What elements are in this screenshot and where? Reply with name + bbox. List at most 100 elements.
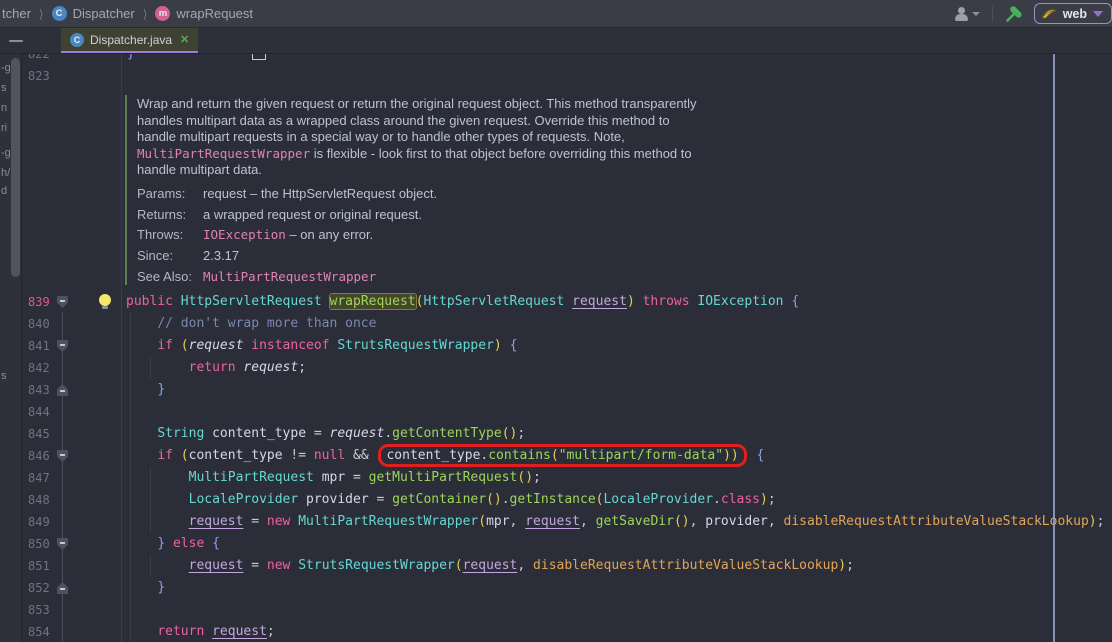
tree-item-fragment: s (1, 82, 7, 94)
doc-text: is flexible - look first to that object … (310, 146, 692, 161)
ide-window: { "breadcrumb_bar": { "separator": "⟩", … (0, 0, 1112, 642)
breadcrumb-bar: tcher ⟩ C Dispatcher ⟩ m wrapRequest web (0, 0, 1112, 28)
line-number[interactable]: 839 (28, 291, 62, 313)
user-icon (954, 7, 970, 21)
line-number[interactable]: 846 (28, 445, 62, 467)
code-editor[interactable]: 822 } 823 Wrap and return the given requ… (0, 54, 1112, 642)
line-number[interactable]: 842 (28, 357, 62, 379)
method-icon: m (155, 6, 170, 21)
line-number[interactable]: 852 (28, 577, 62, 599)
project-scrollbar[interactable] (11, 58, 20, 277)
identifier-highlight: wrapRequest (330, 294, 416, 309)
tree-item-fragment: -g (1, 147, 11, 159)
chevron-down-icon (1093, 11, 1103, 17)
tree-item-fragment: s (1, 370, 7, 382)
gutter-border (121, 54, 122, 642)
breadcrumb-separator: ⟩ (39, 7, 44, 21)
doc-text: handles multipart data as a wrapped clas… (137, 113, 670, 128)
code-line[interactable]: } else { (126, 533, 220, 555)
line-number[interactable]: 840 (28, 313, 62, 335)
tree-item-fragment: d (1, 185, 7, 197)
line-number[interactable]: 851 (28, 555, 62, 577)
javadoc-section-label: Throws: (137, 225, 203, 246)
code-reference: MultiPartRequestWrapper (203, 269, 376, 284)
line-number[interactable]: 843 (28, 379, 62, 401)
user-menu[interactable] (954, 7, 980, 21)
run-configuration-label: web (1063, 7, 1087, 21)
line-number[interactable]: 844 (28, 401, 62, 423)
toolbar-divider (992, 6, 993, 22)
line-number[interactable]: 853 (28, 599, 62, 621)
code-line[interactable]: } (126, 577, 165, 599)
editor-tab-bar: C Dispatcher.java ✕ (0, 28, 1112, 54)
javadoc-render-rail (125, 95, 127, 285)
breadcrumb-item[interactable]: Dispatcher (73, 6, 135, 21)
code-line[interactable]: if (content_type != null && content_type… (126, 445, 764, 467)
javadoc-line: MultiPartRequestWrapper is flexible - lo… (137, 146, 697, 163)
breadcrumb-item[interactable]: wrapRequest (176, 6, 253, 21)
tab-title: Dispatcher.java (90, 33, 172, 47)
javadoc-sections: Params:request – the HttpServletRequest … (137, 184, 437, 287)
class-file-icon: C (70, 33, 84, 47)
doc-value: 2.3.17 (203, 248, 239, 263)
javadoc-section-label: Returns: (137, 205, 203, 226)
class-icon: C (52, 6, 67, 21)
tree-item-fragment: h/ (1, 167, 10, 179)
tree-item-fragment: n (1, 102, 7, 114)
code-line[interactable]: } (126, 379, 165, 401)
code-line[interactable]: return request; (126, 357, 306, 379)
intention-bulb-icon[interactable] (99, 294, 112, 309)
doc-value: – on any error. (286, 227, 373, 242)
javadoc-section: Returns:a wrapped request or original re… (137, 205, 437, 226)
project-panel-edge[interactable]: -gsnri-gh/ds (0, 54, 22, 642)
javadoc-section-label: Params: (137, 184, 203, 205)
breadcrumb-item[interactable]: tcher (2, 6, 31, 21)
line-number[interactable]: 822 (28, 54, 62, 65)
line-number[interactable]: 823 (28, 65, 62, 87)
code-line[interactable]: LocaleProvider provider = getContainer()… (126, 489, 776, 511)
code-line[interactable]: } (127, 54, 135, 65)
code-line[interactable]: String content_type = request.getContent… (126, 423, 525, 445)
code-line[interactable]: request = new StrutsRequestWrapper(reque… (126, 555, 854, 577)
code-line[interactable]: if (request instanceof StrutsRequestWrap… (126, 335, 517, 357)
line-number[interactable]: 854 (28, 621, 62, 642)
javadoc-line: Wrap and return the given request or ret… (137, 96, 697, 113)
code-line[interactable]: return request; (126, 621, 275, 642)
tab-dispatcher-java[interactable]: C Dispatcher.java ✕ (61, 28, 198, 53)
tree-item-fragment: -g (1, 62, 11, 74)
code-reference: MultiPartRequestWrapper (137, 146, 310, 161)
hide-panel-icon[interactable] (9, 40, 23, 42)
hammer-icon (1005, 4, 1024, 23)
code-line[interactable]: request = new MultiPartRequestWrapper(mp… (126, 511, 1104, 533)
line-number[interactable]: 845 (28, 423, 62, 445)
folded-region-marker[interactable] (252, 54, 266, 60)
tree-item-fragment: ri (1, 122, 7, 134)
code-reference: IOException (203, 227, 286, 242)
breadcrumb-separator: ⟩ (143, 7, 148, 21)
javadoc-section: Since:2.3.17 (137, 246, 437, 267)
javadoc-description: Wrap and return the given request or ret… (137, 96, 697, 179)
close-tab-icon[interactable]: ✕ (178, 33, 189, 46)
build-button[interactable] (1005, 4, 1024, 23)
chevron-down-icon (972, 12, 980, 16)
code-line[interactable]: MultiPartRequest mpr = getMultiPartReque… (126, 467, 541, 489)
right-margin-guide (1053, 54, 1055, 642)
doc-value: request – the HttpServletRequest object. (203, 186, 437, 201)
code-line[interactable]: // don't wrap more than once (126, 313, 376, 335)
line-number[interactable]: 850 (28, 533, 62, 555)
javadoc-section: See Also:MultiPartRequestWrapper (137, 267, 437, 288)
line-number[interactable]: 848 (28, 489, 62, 511)
code-line[interactable]: public HttpServletRequest wrapRequest(Ht… (126, 291, 799, 313)
toolbar-right: web (954, 3, 1112, 24)
breadcrumb: tcher ⟩ C Dispatcher ⟩ m wrapRequest (0, 6, 253, 21)
doc-text: handle multipart data. (137, 162, 262, 177)
line-number[interactable]: 849 (28, 511, 62, 533)
line-number[interactable]: 847 (28, 467, 62, 489)
javadoc-line: handle multipart requests in a special w… (137, 129, 697, 146)
javadoc-section: Throws:IOException – on any error. (137, 225, 437, 246)
doc-text: handle multipart requests in a special w… (137, 129, 625, 144)
run-configuration-select[interactable]: web (1034, 3, 1112, 24)
line-number[interactable]: 841 (28, 335, 62, 357)
javadoc-line: handle multipart data. (137, 162, 697, 179)
doc-value: a wrapped request or original request. (203, 207, 422, 222)
